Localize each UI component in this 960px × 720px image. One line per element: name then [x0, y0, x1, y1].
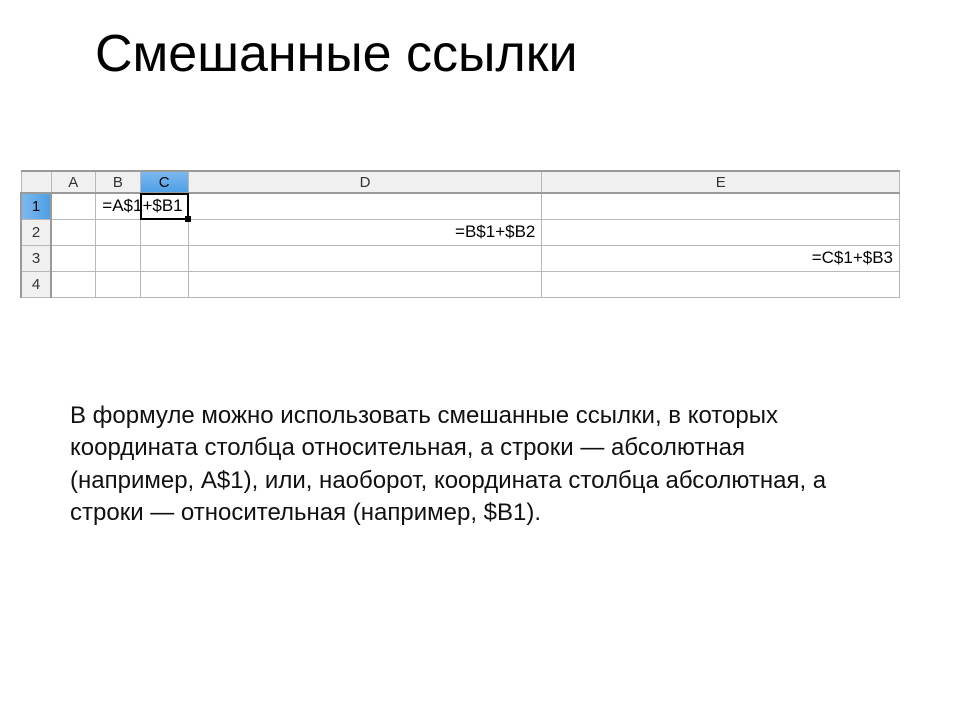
cell-C3[interactable]	[140, 245, 188, 271]
cell-A4[interactable]	[51, 271, 96, 297]
slide-title: Смешанные ссылки	[95, 24, 578, 84]
cell-B2[interactable]	[96, 219, 141, 245]
spreadsheet-area: A B C D E 1 =A$1+$B1	[20, 170, 900, 298]
cell-C1[interactable]: =A$1+$B1	[140, 193, 188, 219]
cell-A1[interactable]	[51, 193, 96, 219]
cell-D4[interactable]	[188, 271, 542, 297]
body-paragraph: В формуле можно использовать смешанные с…	[70, 400, 860, 530]
select-all-corner[interactable]	[21, 171, 51, 193]
cell-D3[interactable]	[188, 245, 542, 271]
cell-A3[interactable]	[51, 245, 96, 271]
row-header-2[interactable]: 2	[21, 219, 51, 245]
row-header-3[interactable]: 3	[21, 245, 51, 271]
col-header-A[interactable]: A	[51, 171, 96, 193]
spreadsheet-grid[interactable]: A B C D E 1 =A$1+$B1	[20, 170, 900, 298]
cell-C2[interactable]	[140, 219, 188, 245]
cell-A2[interactable]	[51, 219, 96, 245]
cell-D1[interactable]	[188, 193, 542, 219]
col-header-D[interactable]: D	[188, 171, 542, 193]
cell-E3[interactable]: =C$1+$B3	[542, 245, 900, 271]
fill-handle[interactable]	[185, 216, 191, 222]
cell-D2[interactable]: =B$1+$B2	[188, 219, 542, 245]
cell-C1-value: =A$1+$B1	[102, 196, 182, 216]
col-header-C[interactable]: C	[140, 171, 188, 193]
cell-C4[interactable]	[140, 271, 188, 297]
cell-E4[interactable]	[542, 271, 900, 297]
cell-B3[interactable]	[96, 245, 141, 271]
row-header-4[interactable]: 4	[21, 271, 51, 297]
row-header-1[interactable]: 1	[21, 193, 51, 219]
cell-E2[interactable]	[542, 219, 900, 245]
col-header-B[interactable]: B	[96, 171, 141, 193]
cell-E1[interactable]	[542, 193, 900, 219]
col-header-E[interactable]: E	[542, 171, 900, 193]
cell-B4[interactable]	[96, 271, 141, 297]
